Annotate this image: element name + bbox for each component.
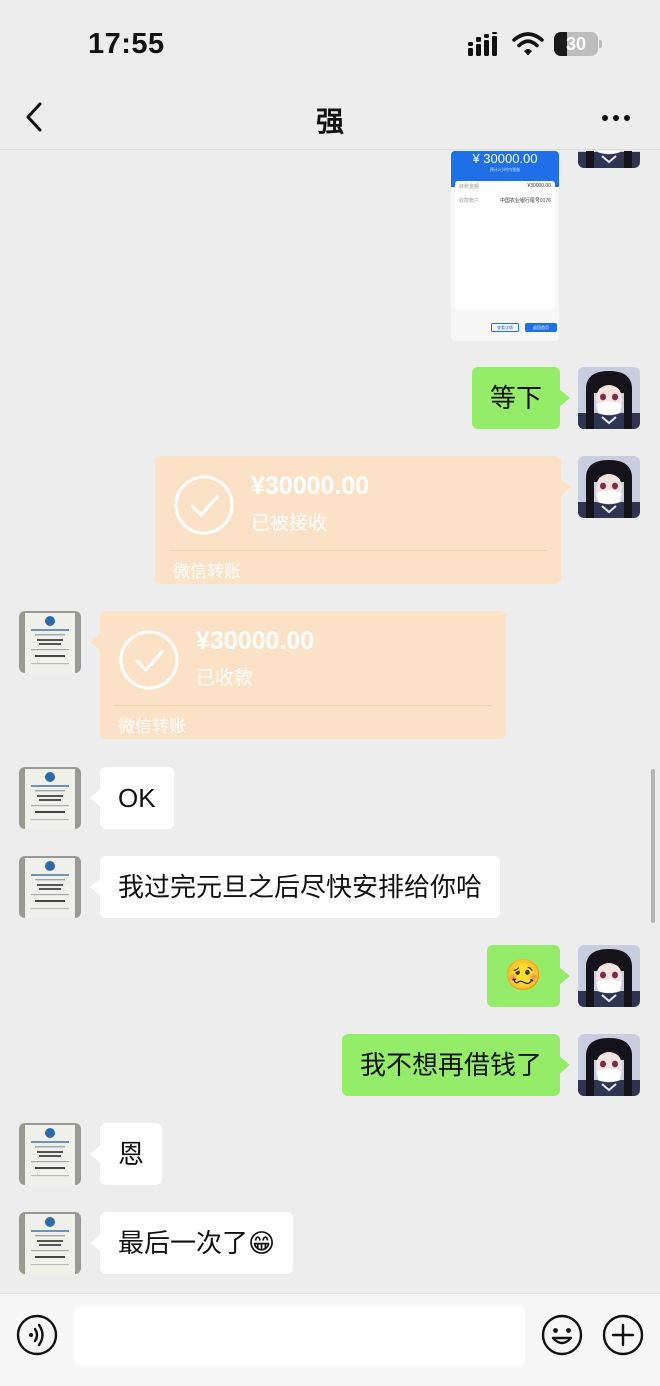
- screenshot-amount: ¥ 30000.00: [472, 151, 538, 166]
- chat-title: 强: [315, 106, 344, 137]
- screenshot-row-label: 转账金额: [459, 184, 480, 190]
- screenshot-row-label: 收款账户: [459, 198, 480, 204]
- message-bubble-theirs[interactable]: OK: [90, 767, 174, 829]
- voice-icon[interactable]: [16, 1314, 58, 1356]
- message-bubble-theirs[interactable]: 恩: [89, 1123, 163, 1185]
- transfer-brand: 微信转账: [118, 717, 186, 736]
- message-bubble-mine[interactable]: 🥴: [486, 945, 571, 1007]
- my-avatar[interactable]: [578, 151, 640, 168]
- transfer-status: 已收款: [196, 668, 254, 689]
- transfer-card-received[interactable]: ¥30000.00 已收款 微信转账: [90, 611, 506, 739]
- my-avatar[interactable]: [578, 456, 640, 518]
- nav-bar: 强: [0, 86, 660, 150]
- check-circle-icon: [119, 630, 179, 690]
- battery-level: 30: [565, 34, 587, 54]
- more-icon[interactable]: [598, 108, 634, 128]
- transfer-screenshot-image[interactable]: ¥ 30000.00 预计2小时内到账 转账金额 ¥30000.00 收款账户 …: [451, 151, 559, 341]
- message-input[interactable]: [74, 1306, 525, 1366]
- transfer-card-sent[interactable]: ¥30000.00 已被接收 微信转账: [155, 456, 571, 584]
- status-time: 17:55: [88, 28, 165, 60]
- scroll-indicator[interactable]: [651, 769, 655, 923]
- message-text: 最后一次了: [118, 1228, 249, 1258]
- wifi-icon: [512, 32, 544, 56]
- contact-avatar[interactable]: [19, 767, 81, 829]
- screenshot-row-value: ¥30000.00: [527, 183, 551, 189]
- transfer-status: 已被接收: [251, 513, 328, 534]
- screenshot-subtitle: 预计2小时内到账: [489, 167, 521, 172]
- my-avatar[interactable]: [578, 1034, 640, 1096]
- message-bubble-mine[interactable]: 我不想再借钱了: [341, 1034, 571, 1096]
- transfer-amount: ¥30000.00: [251, 472, 370, 500]
- signal-icon: [468, 32, 497, 56]
- message-bubble-theirs[interactable]: 我过完元旦之后尽快安排给你哈: [89, 856, 501, 918]
- screenshot-button: 返回首页: [525, 323, 557, 332]
- transfer-brand: 微信转账: [173, 562, 241, 581]
- screenshot-button: 查看详情: [491, 323, 519, 332]
- chat-area[interactable]: ¥ 30000.00 预计2小时内到账 转账金额 ¥30000.00 收款账户 …: [0, 151, 660, 1293]
- screenshot-panel: 转账金额 ¥30000.00 收款账户 中国农业银行尾号0176: [455, 181, 555, 309]
- message-bubble-mine[interactable]: 等下: [471, 367, 571, 429]
- my-avatar[interactable]: [578, 945, 640, 1007]
- grin-emoji: 😁: [248, 1228, 276, 1258]
- plus-icon[interactable]: [602, 1314, 644, 1356]
- emoji-icon[interactable]: [541, 1314, 583, 1356]
- my-avatar[interactable]: [578, 367, 640, 429]
- divider: [169, 550, 547, 551]
- screenshot-row-value: 中国农业银行尾号0176: [499, 198, 551, 204]
- check-circle-icon: [174, 475, 234, 535]
- divider: [114, 705, 492, 706]
- contact-avatar[interactable]: [19, 856, 81, 918]
- contact-avatar[interactable]: [19, 1212, 81, 1274]
- battery-icon: 30: [554, 32, 602, 56]
- message-bubble-theirs[interactable]: 最后一次了😁: [89, 1212, 294, 1274]
- status-bar: 17:55 30: [0, 0, 660, 86]
- contact-avatar[interactable]: [19, 611, 81, 673]
- contact-avatar[interactable]: [19, 1123, 81, 1185]
- transfer-amount: ¥30000.00: [196, 627, 315, 655]
- input-bar: [0, 1293, 660, 1386]
